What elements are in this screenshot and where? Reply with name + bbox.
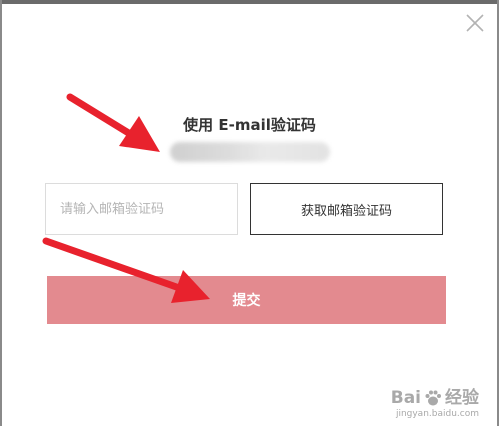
watermark-url: jingyan.baidu.com bbox=[395, 409, 479, 419]
paw-icon bbox=[425, 390, 441, 406]
watermark-brand-left: Bai bbox=[390, 388, 421, 408]
window-top-border bbox=[0, 0, 499, 4]
close-button[interactable] bbox=[462, 10, 488, 36]
get-email-code-label: 获取邮箱验证码 bbox=[300, 203, 392, 219]
window-left-border bbox=[0, 0, 2, 426]
get-email-code-button[interactable]: 获取邮箱验证码 bbox=[250, 183, 443, 235]
watermark-brand-right: 经验 bbox=[445, 388, 479, 408]
masked-email bbox=[170, 142, 330, 162]
email-code-input[interactable] bbox=[45, 183, 238, 235]
dialog-title: 使用 E-mail验证码 bbox=[183, 116, 316, 134]
close-icon bbox=[466, 14, 484, 32]
submit-button[interactable]: 提交 bbox=[47, 276, 446, 324]
submit-label: 提交 bbox=[232, 293, 261, 309]
baidu-watermark: Bai 经验 jingyan.baidu.com bbox=[391, 388, 479, 420]
